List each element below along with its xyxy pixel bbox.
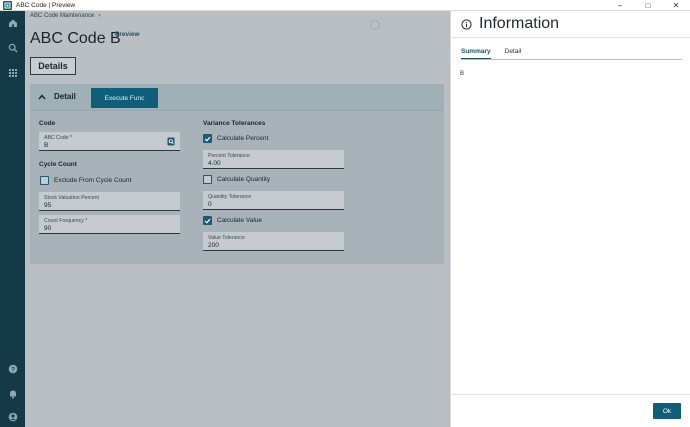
calculate-value-row[interactable]: Calculate Value [203, 216, 262, 225]
quantity-tolerance-field[interactable]: Quantity Tolerance 0 [203, 191, 344, 210]
window-titlebar: ABC Code | Preview – □ ✕ [0, 0, 690, 11]
calculate-percent-label: Calculate Percent [217, 135, 269, 142]
tab-summary[interactable]: Summary [461, 48, 491, 59]
value-tolerance-field[interactable]: Value Tolerance 200 [203, 232, 344, 251]
calculate-value-label: Calculate Value [217, 217, 263, 224]
exclude-cycle-count-label: Exclude From Cycle Count [54, 177, 132, 184]
value-tolerance-label: Value Tolerance [208, 235, 245, 241]
tab-details[interactable]: Details [30, 57, 76, 75]
cycle-count-group-label: Cycle Count [39, 161, 77, 168]
user-icon[interactable] [6, 410, 19, 423]
tab-detail[interactable]: Detail [505, 48, 522, 59]
count-frequency-label: Count Frequency * [44, 218, 88, 224]
information-panel: Information Summary Detail B Ok [450, 11, 690, 427]
summary-value: B [460, 71, 465, 77]
calculate-quantity-checkbox[interactable] [203, 175, 212, 184]
abc-code-label: ABC Code * [44, 135, 72, 141]
detail-section-header: Detail Execute Func [30, 84, 444, 111]
section-title: Detail [54, 92, 76, 101]
lookup-icon[interactable] [167, 137, 175, 148]
notifications-icon[interactable] [6, 387, 19, 400]
code-group-label: Code [39, 120, 56, 127]
page-title: ABC Code B [30, 30, 121, 47]
variance-tolerances-group-label: Variance Tolerances [203, 120, 266, 127]
breadcrumb-separator: › [98, 13, 101, 19]
left-nav-rail: ? [0, 11, 25, 427]
info-icon [461, 19, 472, 32]
abc-code-field[interactable]: ABC Code * B [39, 132, 180, 151]
stock-valuation-percent-field[interactable]: Stock Valuation Percent 95 [39, 192, 180, 211]
main-content: ABC Code Maintenance › ABC Code B Preview… [25, 11, 450, 427]
stock-valuation-percent-label: Stock Valuation Percent [44, 195, 99, 201]
quantity-tolerance-value: 0 [208, 201, 212, 208]
apps-grid-icon[interactable] [6, 66, 19, 79]
app-icon [3, 0, 12, 10]
calculate-percent-row[interactable]: Calculate Percent [203, 134, 268, 143]
percent-tolerance-label: Percent Tolerance [208, 153, 250, 159]
execute-func-button[interactable]: Execute Func [91, 88, 158, 108]
exclude-cycle-count-row[interactable]: Exclude From Cycle Count [40, 176, 131, 185]
panel-tabs: Summary Detail [461, 48, 535, 59]
stock-valuation-percent-value: 95 [44, 202, 52, 209]
close-button[interactable]: ✕ [662, 0, 690, 11]
home-icon[interactable] [6, 16, 19, 29]
search-icon[interactable] [6, 41, 19, 54]
loading-spinner-icon [369, 19, 381, 33]
count-frequency-value: 90 [44, 225, 52, 232]
panel-title: Information [479, 15, 560, 32]
breadcrumb: ABC Code Maintenance › [30, 13, 100, 19]
count-frequency-field[interactable]: Count Frequency * 90 [39, 215, 180, 234]
value-tolerance-value: 200 [208, 242, 219, 249]
preview-link[interactable]: Preview [115, 31, 140, 38]
breadcrumb-item[interactable]: ABC Code Maintenance [30, 13, 94, 19]
minimize-button[interactable]: – [606, 0, 634, 11]
chevron-up-icon[interactable] [38, 94, 46, 102]
window-title: ABC Code | Preview [16, 1, 76, 9]
tabs-underline [461, 59, 682, 60]
calculate-quantity-row[interactable]: Calculate Quantity [203, 175, 270, 184]
ok-button[interactable]: Ok [653, 403, 681, 419]
help-icon[interactable]: ? [6, 362, 19, 375]
checkmark-icon [204, 136, 211, 142]
detail-section: Detail Execute Func Code ABC Code * B Cy… [30, 84, 444, 264]
calculate-quantity-label: Calculate Quantity [217, 176, 271, 183]
abc-code-value: B [44, 142, 49, 149]
calculate-percent-checkbox[interactable] [203, 134, 212, 143]
percent-tolerance-field[interactable]: Percent Tolerance 4.00 [203, 150, 344, 169]
exclude-cycle-count-checkbox[interactable] [40, 176, 49, 185]
panel-divider [451, 37, 690, 38]
maximize-button[interactable]: □ [634, 0, 662, 11]
checkmark-icon [204, 218, 211, 224]
svg-text:?: ? [11, 366, 15, 373]
calculate-value-checkbox[interactable] [203, 216, 212, 225]
window-controls: – □ ✕ [606, 0, 690, 11]
percent-tolerance-value: 4.00 [208, 160, 221, 167]
quantity-tolerance-label: Quantity Tolerance [208, 194, 252, 200]
